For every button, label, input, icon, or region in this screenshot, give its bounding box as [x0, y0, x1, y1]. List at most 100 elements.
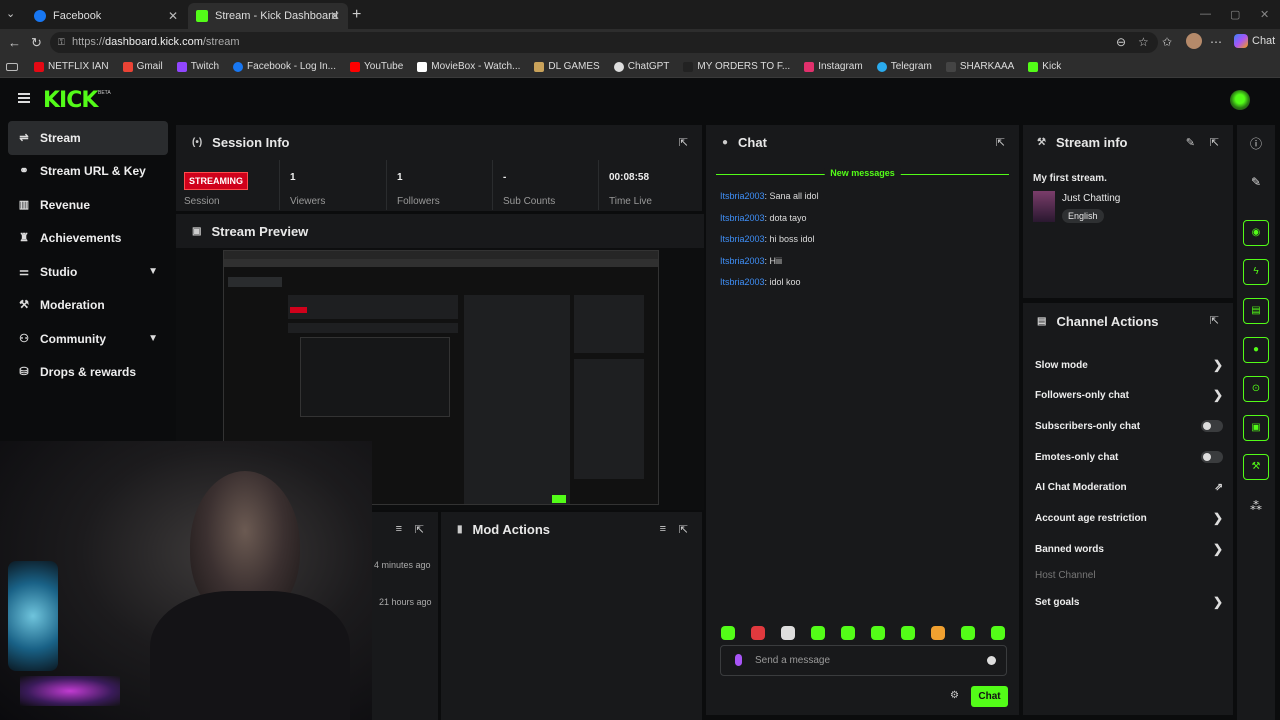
bookmark-gmail[interactable]: Gmail	[122, 61, 163, 72]
more-menu-icon[interactable]: ⋯	[1210, 35, 1222, 49]
camera-icon[interactable]: ◉	[1243, 220, 1269, 246]
sidebar-item-stream[interactable]: ⇌ Stream	[8, 121, 168, 155]
channel-action-followers-only[interactable]: Followers-only chat ❯	[1035, 380, 1223, 410]
url-input[interactable]: ⚿ https://dashboard.kick.com/stream	[50, 32, 1158, 53]
tab-facebook[interactable]: Facebook ✕	[26, 3, 186, 29]
menu-icon[interactable]	[18, 93, 30, 103]
emote-button[interactable]	[931, 626, 945, 640]
bookmark-my-orders[interactable]: MY ORDERS TO F...	[683, 61, 790, 72]
emotes-only-toggle[interactable]	[1201, 451, 1223, 463]
popout-icon[interactable]: ⇱	[679, 523, 688, 536]
emoji-icon[interactable]	[987, 656, 996, 665]
close-window-icon[interactable]: ✕	[1260, 8, 1269, 21]
tab-kick-dashboard[interactable]: Stream - Kick Dashboard ✕	[188, 3, 348, 29]
chat-bubble-icon[interactable]: ●	[1243, 337, 1269, 363]
channel-action-slow-mode[interactable]: Slow mode ❯	[1035, 350, 1223, 380]
bookmark-kick[interactable]: Kick	[1028, 61, 1061, 72]
send-chat-button[interactable]: Chat	[971, 686, 1008, 707]
chevron-down-icon[interactable]: ▼	[148, 266, 158, 277]
sidebar-item-community[interactable]: ⚇ Community ▼	[8, 322, 168, 356]
bookmark-telegram[interactable]: Telegram	[876, 61, 932, 72]
emote-button[interactable]	[871, 626, 885, 640]
favorites-icon[interactable]: ✩	[1162, 35, 1172, 49]
document-icon[interactable]: ▤	[1243, 298, 1269, 324]
channel-action-ai-moderation[interactable]: AI Chat Moderation ⇗	[1035, 472, 1223, 502]
subscribers-only-toggle[interactable]	[1201, 420, 1223, 432]
user-avatar[interactable]	[1230, 90, 1250, 110]
close-tab-icon[interactable]: ✕	[168, 9, 178, 23]
share-icon[interactable]: ⁂	[1243, 493, 1269, 519]
panel-title: Stream info	[1055, 134, 1128, 150]
minimize-icon[interactable]: —	[1200, 8, 1211, 20]
edit-pencil-icon[interactable]: ✎	[1243, 169, 1269, 195]
sidebar-item-moderation[interactable]: ⚒ Moderation	[8, 289, 168, 323]
popout-icon[interactable]: ⇱	[415, 523, 424, 536]
bookmark-twitch[interactable]: Twitch	[176, 61, 219, 72]
bookmark-moviebox[interactable]: MovieBox - Watch...	[417, 61, 520, 72]
profile-avatar[interactable]	[1186, 33, 1202, 49]
bookmark-netflix[interactable]: NETFLIX IAN	[34, 61, 109, 72]
reading-list-icon[interactable]	[6, 62, 18, 71]
category-thumbnail[interactable]	[1033, 191, 1055, 222]
copilot-button[interactable]: Chat	[1234, 34, 1275, 48]
edit-pencil-icon[interactable]: ✎	[1186, 136, 1195, 149]
category-name[interactable]: Just Chatting	[1062, 193, 1120, 204]
popout-icon[interactable]: ⇱	[1210, 314, 1219, 327]
filter-icon[interactable]: ≡	[660, 523, 666, 535]
popout-icon[interactable]: ⇱	[1210, 136, 1219, 149]
emote-button[interactable]	[901, 626, 915, 640]
site-info-icon[interactable]: ⚿	[58, 32, 65, 53]
favorite-star-icon[interactable]: ☆	[1138, 35, 1149, 49]
emote-button[interactable]	[781, 626, 795, 640]
lightning-icon[interactable]: ϟ	[1243, 259, 1269, 285]
bookmark-dl-games[interactable]: DL GAMES	[534, 61, 600, 72]
stat-label: Sub Counts	[503, 196, 556, 207]
gear-icon[interactable]: ⚙	[950, 690, 959, 701]
emote-button[interactable]	[991, 626, 1005, 640]
popout-icon[interactable]: ⇱	[996, 136, 1005, 149]
bookmark-chatgpt[interactable]: ChatGPT	[613, 61, 669, 72]
sidebar-item-stream-url-key[interactable]: ⚭ Stream URL & Key	[8, 155, 168, 189]
bookmark-facebook[interactable]: Facebook - Log In...	[233, 61, 336, 72]
popout-icon[interactable]: ⇱	[679, 136, 688, 149]
new-tab-button[interactable]: +	[352, 6, 361, 24]
close-tab-icon[interactable]: ✕	[330, 9, 340, 23]
bookmark-sharkaaa[interactable]: SHARKAAA	[945, 61, 1014, 72]
chevron-down-icon[interactable]: ▼	[148, 333, 158, 344]
sidebar-item-studio[interactable]: ⚌ Studio ▼	[8, 255, 168, 289]
emote-button[interactable]	[811, 626, 825, 640]
channel-action-set-goals[interactable]: Set goals ❯	[1035, 587, 1223, 617]
emote-button[interactable]	[841, 626, 855, 640]
chat-username[interactable]: Itsbria2003	[720, 277, 765, 287]
emote-button[interactable]	[961, 626, 975, 640]
info-icon[interactable]: ⓘ	[1243, 131, 1269, 157]
chat-input[interactable]: Send a message	[720, 645, 1007, 676]
bookmark-instagram[interactable]: Instagram	[804, 61, 863, 72]
chat-username[interactable]: Itsbria2003	[720, 234, 765, 244]
kick-logo[interactable]: KICK	[43, 88, 98, 113]
clipboard-icon[interactable]: ▣	[1243, 415, 1269, 441]
wrench-icon[interactable]: ⚒	[1243, 454, 1269, 480]
bookmark-youtube[interactable]: YouTube	[350, 61, 403, 72]
microphone-icon[interactable]	[735, 654, 742, 666]
reload-icon[interactable]: ↻	[31, 35, 42, 51]
new-messages-divider[interactable]: New messages	[716, 168, 1009, 178]
reader-icon[interactable]: ⊖	[1116, 35, 1126, 49]
gift-icon: ⛁	[19, 366, 29, 379]
chat-username[interactable]: Itsbria2003	[720, 256, 765, 266]
filter-icon[interactable]: ≡	[396, 523, 402, 535]
emote-button[interactable]	[721, 626, 735, 640]
channel-action-account-age[interactable]: Account age restriction ❯	[1035, 503, 1223, 533]
preview-sidebar-active	[228, 277, 282, 287]
chat-username[interactable]: Itsbria2003	[720, 191, 765, 201]
chat-username[interactable]: Itsbria2003	[720, 213, 765, 223]
broadcast-icon[interactable]: ⊙	[1243, 376, 1269, 402]
emote-button[interactable]	[751, 626, 765, 640]
sidebar-item-drops-rewards[interactable]: ⛁ Drops & rewards	[8, 356, 168, 390]
url-path: /stream	[202, 36, 240, 48]
back-icon[interactable]: ←	[8, 35, 21, 50]
maximize-icon[interactable]: ▢	[1230, 8, 1240, 21]
sidebar-item-achievements[interactable]: ♜ Achievements	[8, 222, 168, 256]
sidebar-item-revenue[interactable]: ▥ Revenue	[8, 188, 168, 222]
tab-list-chevron-icon[interactable]: ⌄	[6, 7, 15, 20]
